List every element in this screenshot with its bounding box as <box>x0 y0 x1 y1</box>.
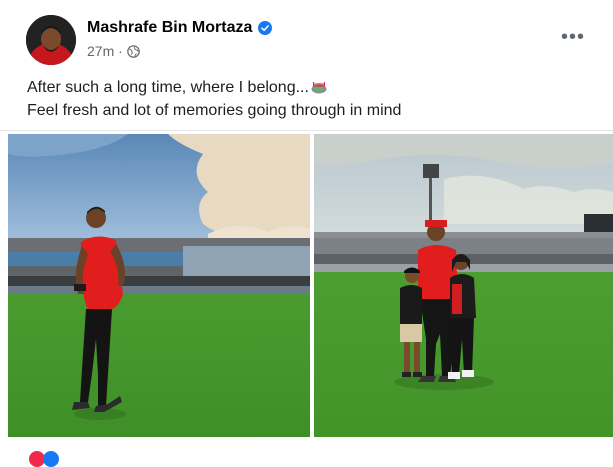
post-photo-2[interactable] <box>314 134 613 437</box>
verified-badge-icon <box>258 21 273 35</box>
reactions-bar <box>0 437 613 457</box>
stadium-emoji <box>311 82 327 94</box>
author-avatar[interactable] <box>26 15 76 65</box>
post-meta: 27m · <box>87 43 140 59</box>
author-name-text[interactable]: Mashrafe Bin Mortaza <box>87 19 252 37</box>
facebook-post: Mashrafe Bin Mortaza 27m · ••• After suc… <box>0 0 613 467</box>
more-options-icon[interactable]: ••• <box>556 26 590 50</box>
post-text-line-2: Feel fresh and lot of memories going thr… <box>27 102 402 119</box>
post-text-line-1: After such a long time, where I belong..… <box>27 76 597 99</box>
divider <box>0 130 613 131</box>
like-reaction-icon[interactable] <box>43 451 59 467</box>
post-text-line-1-text: After such a long time, where I belong..… <box>27 79 309 96</box>
author-name[interactable]: Mashrafe Bin Mortaza <box>87 19 273 37</box>
globe-icon[interactable] <box>127 44 140 58</box>
post-text: After such a long time, where I belong..… <box>27 76 597 122</box>
post-timestamp[interactable]: 27m · <box>87 43 123 59</box>
post-photo-1[interactable] <box>8 134 310 437</box>
